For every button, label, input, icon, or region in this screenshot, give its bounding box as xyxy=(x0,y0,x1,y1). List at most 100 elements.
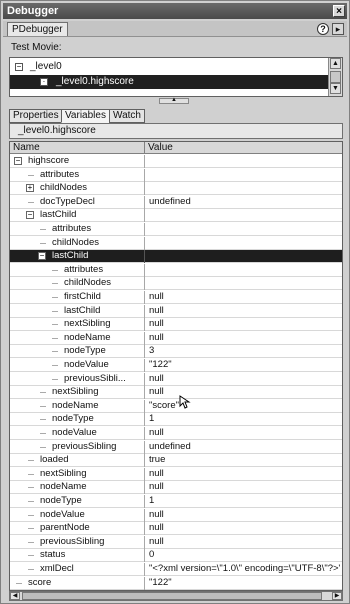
variable-name: docTypeDecl xyxy=(40,195,95,207)
variable-value[interactable]: 1 xyxy=(146,413,340,425)
variable-name: firstChild xyxy=(64,291,101,302)
variable-value[interactable]: null xyxy=(146,427,340,439)
scroll-thumb[interactable] xyxy=(330,71,341,83)
collapse-icon[interactable]: − xyxy=(38,252,46,261)
variable-value[interactable]: null xyxy=(146,305,340,317)
table-row[interactable]: nodeName "score" xyxy=(10,399,342,413)
variable-value[interactable] xyxy=(146,209,340,221)
movie-list-scrollbar[interactable]: ▲ ▼ xyxy=(328,58,342,96)
variable-value[interactable]: null xyxy=(146,332,340,344)
table-row[interactable]: nodeValue null xyxy=(10,427,342,440)
column-header-name[interactable]: Name xyxy=(10,142,145,154)
movie-list[interactable]: − _level0 · _level0.highscore ▲ ▼ xyxy=(9,57,343,97)
help-icon[interactable]: ? xyxy=(317,23,329,35)
table-row[interactable]: docTypeDecl undefined xyxy=(10,195,342,209)
panel-tab-debugger[interactable]: PDebugger xyxy=(7,22,68,36)
variable-name: lastChild xyxy=(40,209,77,221)
table-row[interactable]: loaded true xyxy=(10,454,342,468)
variable-value[interactable]: 3 xyxy=(146,345,340,357)
variable-value[interactable]: null xyxy=(146,318,340,330)
tab-properties[interactable]: Properties xyxy=(9,109,63,123)
table-row[interactable]: nodeValue null xyxy=(10,508,342,522)
table-row[interactable]: childNodes xyxy=(10,236,342,250)
variable-value[interactable] xyxy=(146,264,340,276)
tab-variables[interactable]: Variables xyxy=(61,109,110,123)
variable-value[interactable]: true xyxy=(146,454,340,466)
table-row[interactable]: − lastChild xyxy=(10,209,342,223)
movie-item-highscore[interactable]: · _level0.highscore xyxy=(10,75,328,89)
movie-item-level0[interactable]: − _level0 xyxy=(10,60,328,74)
scroll-right-icon[interactable]: ▶ xyxy=(332,592,342,600)
variable-value[interactable] xyxy=(146,155,340,167)
variable-value[interactable] xyxy=(146,237,340,249)
variable-name: nodeValue xyxy=(64,359,109,370)
table-row[interactable]: nextSibling null xyxy=(10,318,342,332)
variable-value[interactable]: null xyxy=(146,509,340,521)
table-row[interactable]: previousSibling null xyxy=(10,535,342,549)
variable-value[interactable]: 0 xyxy=(146,549,340,561)
scroll-thumb[interactable] xyxy=(22,592,322,600)
variable-value[interactable]: "122" xyxy=(146,577,340,589)
column-header-value[interactable]: Value xyxy=(145,142,342,154)
table-row[interactable]: nodeType 1 xyxy=(10,495,342,508)
scroll-left-icon[interactable]: ◀ xyxy=(10,592,20,600)
collapse-icon[interactable]: − xyxy=(15,63,23,71)
variable-value[interactable]: null xyxy=(146,481,340,493)
variable-value[interactable]: "<?xml version=\"1.0\" encoding=\"UTF-8\… xyxy=(146,563,340,575)
scroll-up-icon[interactable]: ▲ xyxy=(330,58,341,69)
table-row[interactable]: nextSibling null xyxy=(10,386,342,400)
table-row[interactable]: nodeType 1 xyxy=(10,413,342,427)
table-row[interactable]: nodeType 3 xyxy=(10,345,342,359)
table-row[interactable]: previousSibli... null xyxy=(10,372,342,386)
variable-value[interactable]: undefined xyxy=(146,196,340,208)
variable-value[interactable]: null xyxy=(146,536,340,548)
variable-value[interactable]: null xyxy=(146,373,340,385)
variable-value[interactable] xyxy=(146,250,340,262)
table-row[interactable]: − lastChild xyxy=(10,250,342,264)
variable-value[interactable]: null xyxy=(146,386,340,398)
variable-value[interactable] xyxy=(146,277,340,289)
table-row[interactable]: previousSibling undefined xyxy=(10,440,342,454)
variable-value[interactable]: "122" xyxy=(146,359,340,371)
table-row[interactable]: status 0 xyxy=(10,549,342,563)
table-row[interactable]: score "122" xyxy=(10,576,342,590)
expand-icon[interactable]: + xyxy=(26,184,34,193)
variables-grid[interactable]: Name Value − highscore attributes + childNod… xyxy=(9,141,343,591)
table-row[interactable]: firstChild null xyxy=(10,291,342,304)
scroll-down-icon[interactable]: ▼ xyxy=(330,83,341,94)
variable-value[interactable]: 1 xyxy=(146,495,340,507)
tree-line xyxy=(52,351,58,353)
table-row[interactable]: nodeValue "122" xyxy=(10,359,342,372)
horizontal-scrollbar[interactable]: ◀ ▶ xyxy=(9,591,343,601)
variable-value[interactable] xyxy=(146,223,340,235)
table-row[interactable]: nodeName null xyxy=(10,481,342,495)
variable-value[interactable] xyxy=(146,182,340,194)
tab-watch[interactable]: Watch xyxy=(109,109,145,123)
variable-value[interactable]: null xyxy=(146,291,340,303)
variable-value[interactable]: "score" xyxy=(146,400,340,412)
table-row[interactable]: − highscore xyxy=(10,155,342,168)
table-row[interactable]: lastChild null xyxy=(10,304,342,318)
column-divider xyxy=(144,413,145,427)
table-row[interactable]: nextSibling null xyxy=(10,467,342,481)
table-row[interactable]: xmlDecl "<?xml version=\"1.0\" encoding=\… xyxy=(10,563,342,576)
pane-splitter-handle[interactable]: ▲ xyxy=(159,97,189,104)
collapse-icon[interactable]: − xyxy=(14,157,22,165)
table-row[interactable]: + childNodes xyxy=(10,182,342,196)
panel-menu-icon[interactable]: ▸ xyxy=(332,23,344,35)
close-icon[interactable]: × xyxy=(333,5,345,17)
table-row[interactable]: parentNode null xyxy=(10,522,342,536)
table-row[interactable]: attributes xyxy=(10,168,342,182)
table-row[interactable]: childNodes xyxy=(10,277,342,291)
collapse-icon[interactable]: − xyxy=(26,211,34,220)
tree-line xyxy=(52,310,58,312)
variable-value[interactable]: null xyxy=(146,522,340,534)
variable-name: nodeName xyxy=(52,399,99,411)
variable-value[interactable]: undefined xyxy=(146,441,340,453)
table-row[interactable]: nodeName null xyxy=(10,331,342,345)
table-row[interactable]: attributes xyxy=(10,223,342,236)
variable-value[interactable]: null xyxy=(146,468,340,480)
table-row[interactable]: attributes xyxy=(10,263,342,277)
title-bar[interactable]: Debugger × xyxy=(3,3,347,19)
variable-value[interactable] xyxy=(146,169,340,181)
